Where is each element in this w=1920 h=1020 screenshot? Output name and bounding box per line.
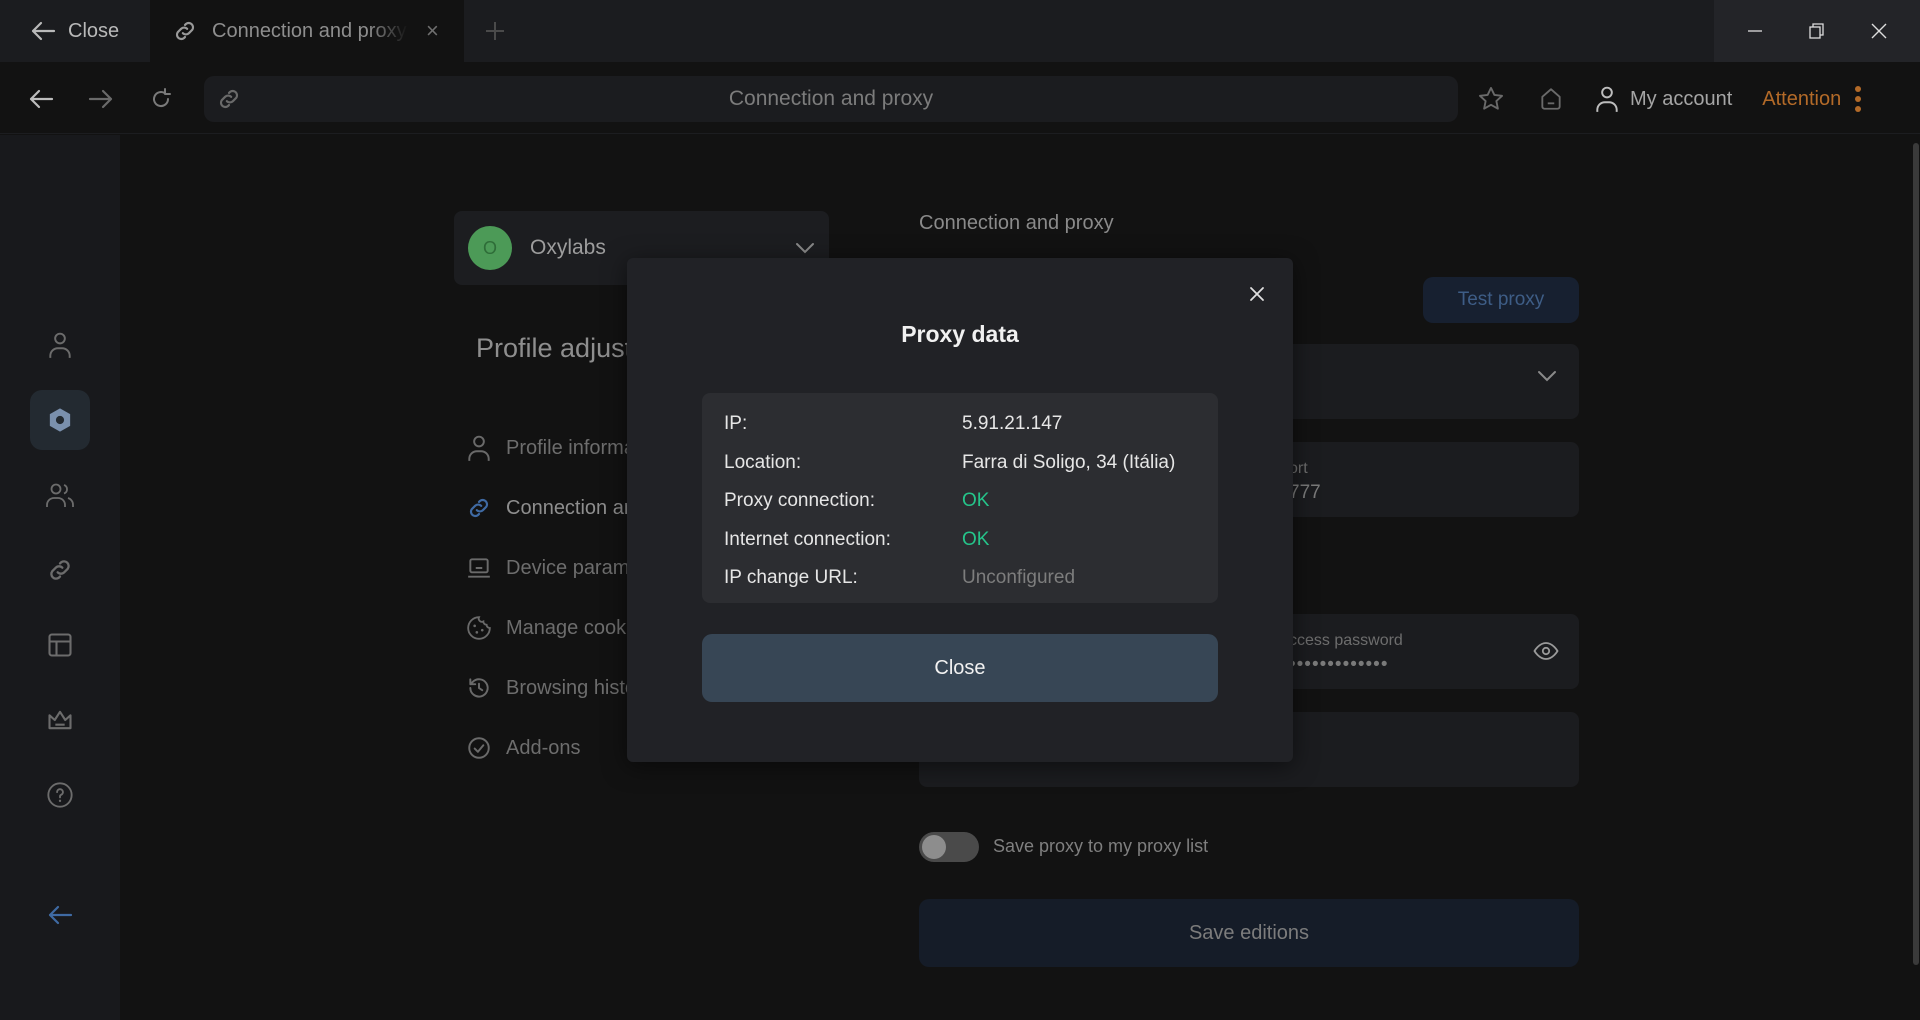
sidebar-item-premium[interactable]	[30, 690, 90, 750]
password-value: •••••••••••••	[1289, 654, 1389, 675]
info-value: Farra di Soligo, 34 (Itália)	[962, 451, 1176, 473]
eye-icon[interactable]	[1533, 640, 1559, 662]
chevron-down-icon	[796, 243, 814, 254]
sidebar-item-templates[interactable]	[30, 615, 90, 675]
close-icon[interactable]	[1243, 280, 1271, 308]
info-row-internet-connection: Internet connection: OK	[724, 521, 1196, 560]
status-badge: OK	[962, 490, 990, 512]
close-tab-icon[interactable]: ×	[426, 18, 439, 44]
chevron-down-icon	[1537, 370, 1557, 382]
my-account-button[interactable]: My account	[1594, 85, 1732, 113]
info-key: IP change URL:	[724, 567, 858, 589]
nav-actions: My account Attention	[1474, 76, 1862, 122]
info-key: Proxy connection:	[724, 490, 876, 512]
navigation-bar: Connection and proxy My account Attentio…	[0, 62, 1920, 134]
password-label: ccess password	[1289, 632, 1403, 649]
title-bar: Close Connection and proxy ×	[0, 0, 1920, 62]
info-key: IP:	[724, 413, 748, 435]
info-row-ip-change-url: IP change URL: Unconfigured	[724, 559, 1196, 598]
info-key: Location:	[724, 451, 802, 473]
left-sidebar	[0, 135, 120, 1020]
users-icon	[46, 483, 74, 507]
home-icon[interactable]	[1534, 82, 1568, 116]
modal-title: Proxy data	[901, 321, 1019, 347]
star-icon[interactable]	[1474, 82, 1508, 116]
hexagon-settings-icon	[49, 408, 71, 432]
scrollbar[interactable]	[1913, 143, 1919, 965]
layout-icon	[48, 633, 72, 657]
save-proxy-label: Save proxy to my proxy list	[993, 836, 1209, 856]
back-button[interactable]	[24, 82, 58, 116]
address-bar[interactable]: Connection and proxy	[204, 76, 1458, 122]
link-icon	[50, 560, 70, 580]
info-row-location: Location: Farra di Soligo, 34 (Itália)	[724, 444, 1196, 483]
save-editions-button[interactable]: Save editions	[919, 899, 1579, 967]
new-tab-button[interactable]	[478, 14, 512, 48]
check-circle-icon	[468, 737, 490, 759]
restore-icon[interactable]	[1797, 11, 1837, 51]
status-badge: OK	[962, 528, 990, 550]
test-proxy-button[interactable]: Test proxy	[1423, 277, 1579, 323]
address-text: Connection and proxy	[728, 87, 934, 110]
info-row-proxy-connection: Proxy connection: OK	[724, 482, 1196, 521]
sidebar-item-profiles[interactable]	[30, 315, 90, 375]
tab-label: Connection and proxy	[212, 19, 407, 42]
cookie-icon	[467, 616, 491, 640]
tab-connection-and-proxy[interactable]: Connection and proxy ×	[150, 0, 464, 62]
info-key: Internet connection:	[724, 528, 891, 550]
link-icon	[469, 498, 489, 518]
avatar: O	[468, 226, 512, 270]
minimize-icon[interactable]	[1735, 11, 1775, 51]
history-icon	[469, 678, 489, 698]
window-controls	[1714, 0, 1920, 62]
link-icon	[172, 18, 198, 44]
close-window-button[interactable]: Close	[0, 0, 150, 62]
close-icon[interactable]	[1859, 11, 1899, 51]
more-menu-icon[interactable]	[1855, 86, 1862, 112]
attention-link[interactable]: Attention	[1762, 88, 1841, 111]
section-title: Connection and proxy	[919, 212, 1114, 234]
sidebar-item-settings[interactable]	[30, 390, 90, 450]
arrow-left-icon	[48, 905, 73, 925]
crown-icon	[48, 710, 72, 730]
sidebar-item-proxies[interactable]	[30, 540, 90, 600]
info-row-ip: IP: 5.91.21.147	[724, 405, 1196, 444]
collapse-sidebar-button[interactable]	[30, 885, 90, 945]
menu-label: Add-ons	[506, 736, 581, 759]
help-icon	[47, 782, 73, 808]
info-value: Unconfigured	[962, 567, 1076, 589]
user-icon	[49, 332, 71, 358]
reload-button[interactable]	[144, 82, 178, 116]
sidebar-item-team[interactable]	[30, 465, 90, 525]
link-icon	[216, 86, 242, 112]
forward-button[interactable]	[84, 82, 118, 116]
user-icon	[468, 435, 490, 461]
sidebar-item-help[interactable]	[30, 765, 90, 825]
laptop-icon	[468, 558, 490, 578]
user-icon	[1594, 85, 1620, 113]
profile-name: Oxylabs	[530, 236, 606, 259]
save-proxy-toggle[interactable]	[919, 832, 979, 862]
proxy-data-modal: Proxy data IP: 5.91.21.147 Location: Far…	[627, 258, 1293, 762]
my-account-label: My account	[1630, 87, 1733, 110]
close-label: Close	[68, 19, 120, 42]
proxy-info-box: IP: 5.91.21.147 Location: Farra di Solig…	[702, 393, 1218, 603]
port-value: 777	[1289, 482, 1321, 503]
modal-close-button[interactable]: Close	[702, 634, 1218, 702]
arrow-left-icon	[30, 21, 56, 41]
info-value: 5.91.21.147	[962, 413, 1063, 435]
